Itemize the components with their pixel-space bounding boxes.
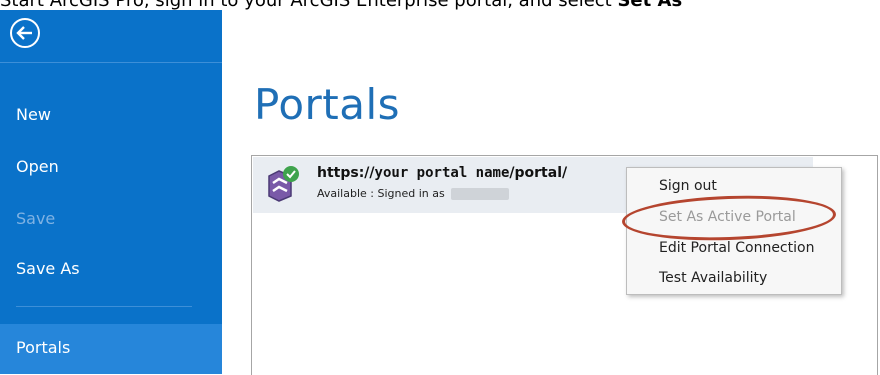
portal-url: https://your portal name/portal/ xyxy=(317,165,567,181)
sidebar-item-open[interactable]: Open xyxy=(16,156,59,178)
back-area xyxy=(0,10,222,63)
sidebar-item-save[interactable]: Save xyxy=(16,208,55,230)
portal-context-menu: Sign out Set As Active Portal Edit Porta… xyxy=(626,167,842,295)
sidebar-item-new[interactable]: New xyxy=(16,104,51,126)
portal-url-name: your portal name xyxy=(374,165,510,181)
sidebar-item-portals-label: Portals xyxy=(16,338,71,357)
sidebar-item-portals[interactable]: Portals xyxy=(0,324,222,374)
redacted-username xyxy=(450,188,509,200)
portal-status-text: Available : Signed in as xyxy=(317,187,445,200)
page-title: Portals xyxy=(254,80,401,129)
backstage-sidebar: New Open Save Save As Portals xyxy=(0,10,222,374)
portal-status: Available : Signed in as xyxy=(317,187,509,200)
sidebar-item-save-as[interactable]: Save As xyxy=(16,258,80,280)
menu-item-test-availability[interactable]: Test Availability xyxy=(659,270,767,286)
caption-bold: Set As xyxy=(617,0,683,11)
menu-item-sign-out[interactable]: Sign out xyxy=(659,178,717,194)
portal-connected-icon xyxy=(259,163,303,207)
menu-item-edit-portal-connection[interactable]: Edit Portal Connection xyxy=(659,240,814,256)
sidebar-divider xyxy=(16,306,192,307)
portal-url-suffix: /portal/ xyxy=(509,165,568,181)
menu-item-set-active-portal[interactable]: Set As Active Portal xyxy=(659,209,796,225)
portal-url-prefix: https:// xyxy=(317,165,375,181)
back-arrow-icon[interactable] xyxy=(8,16,42,50)
